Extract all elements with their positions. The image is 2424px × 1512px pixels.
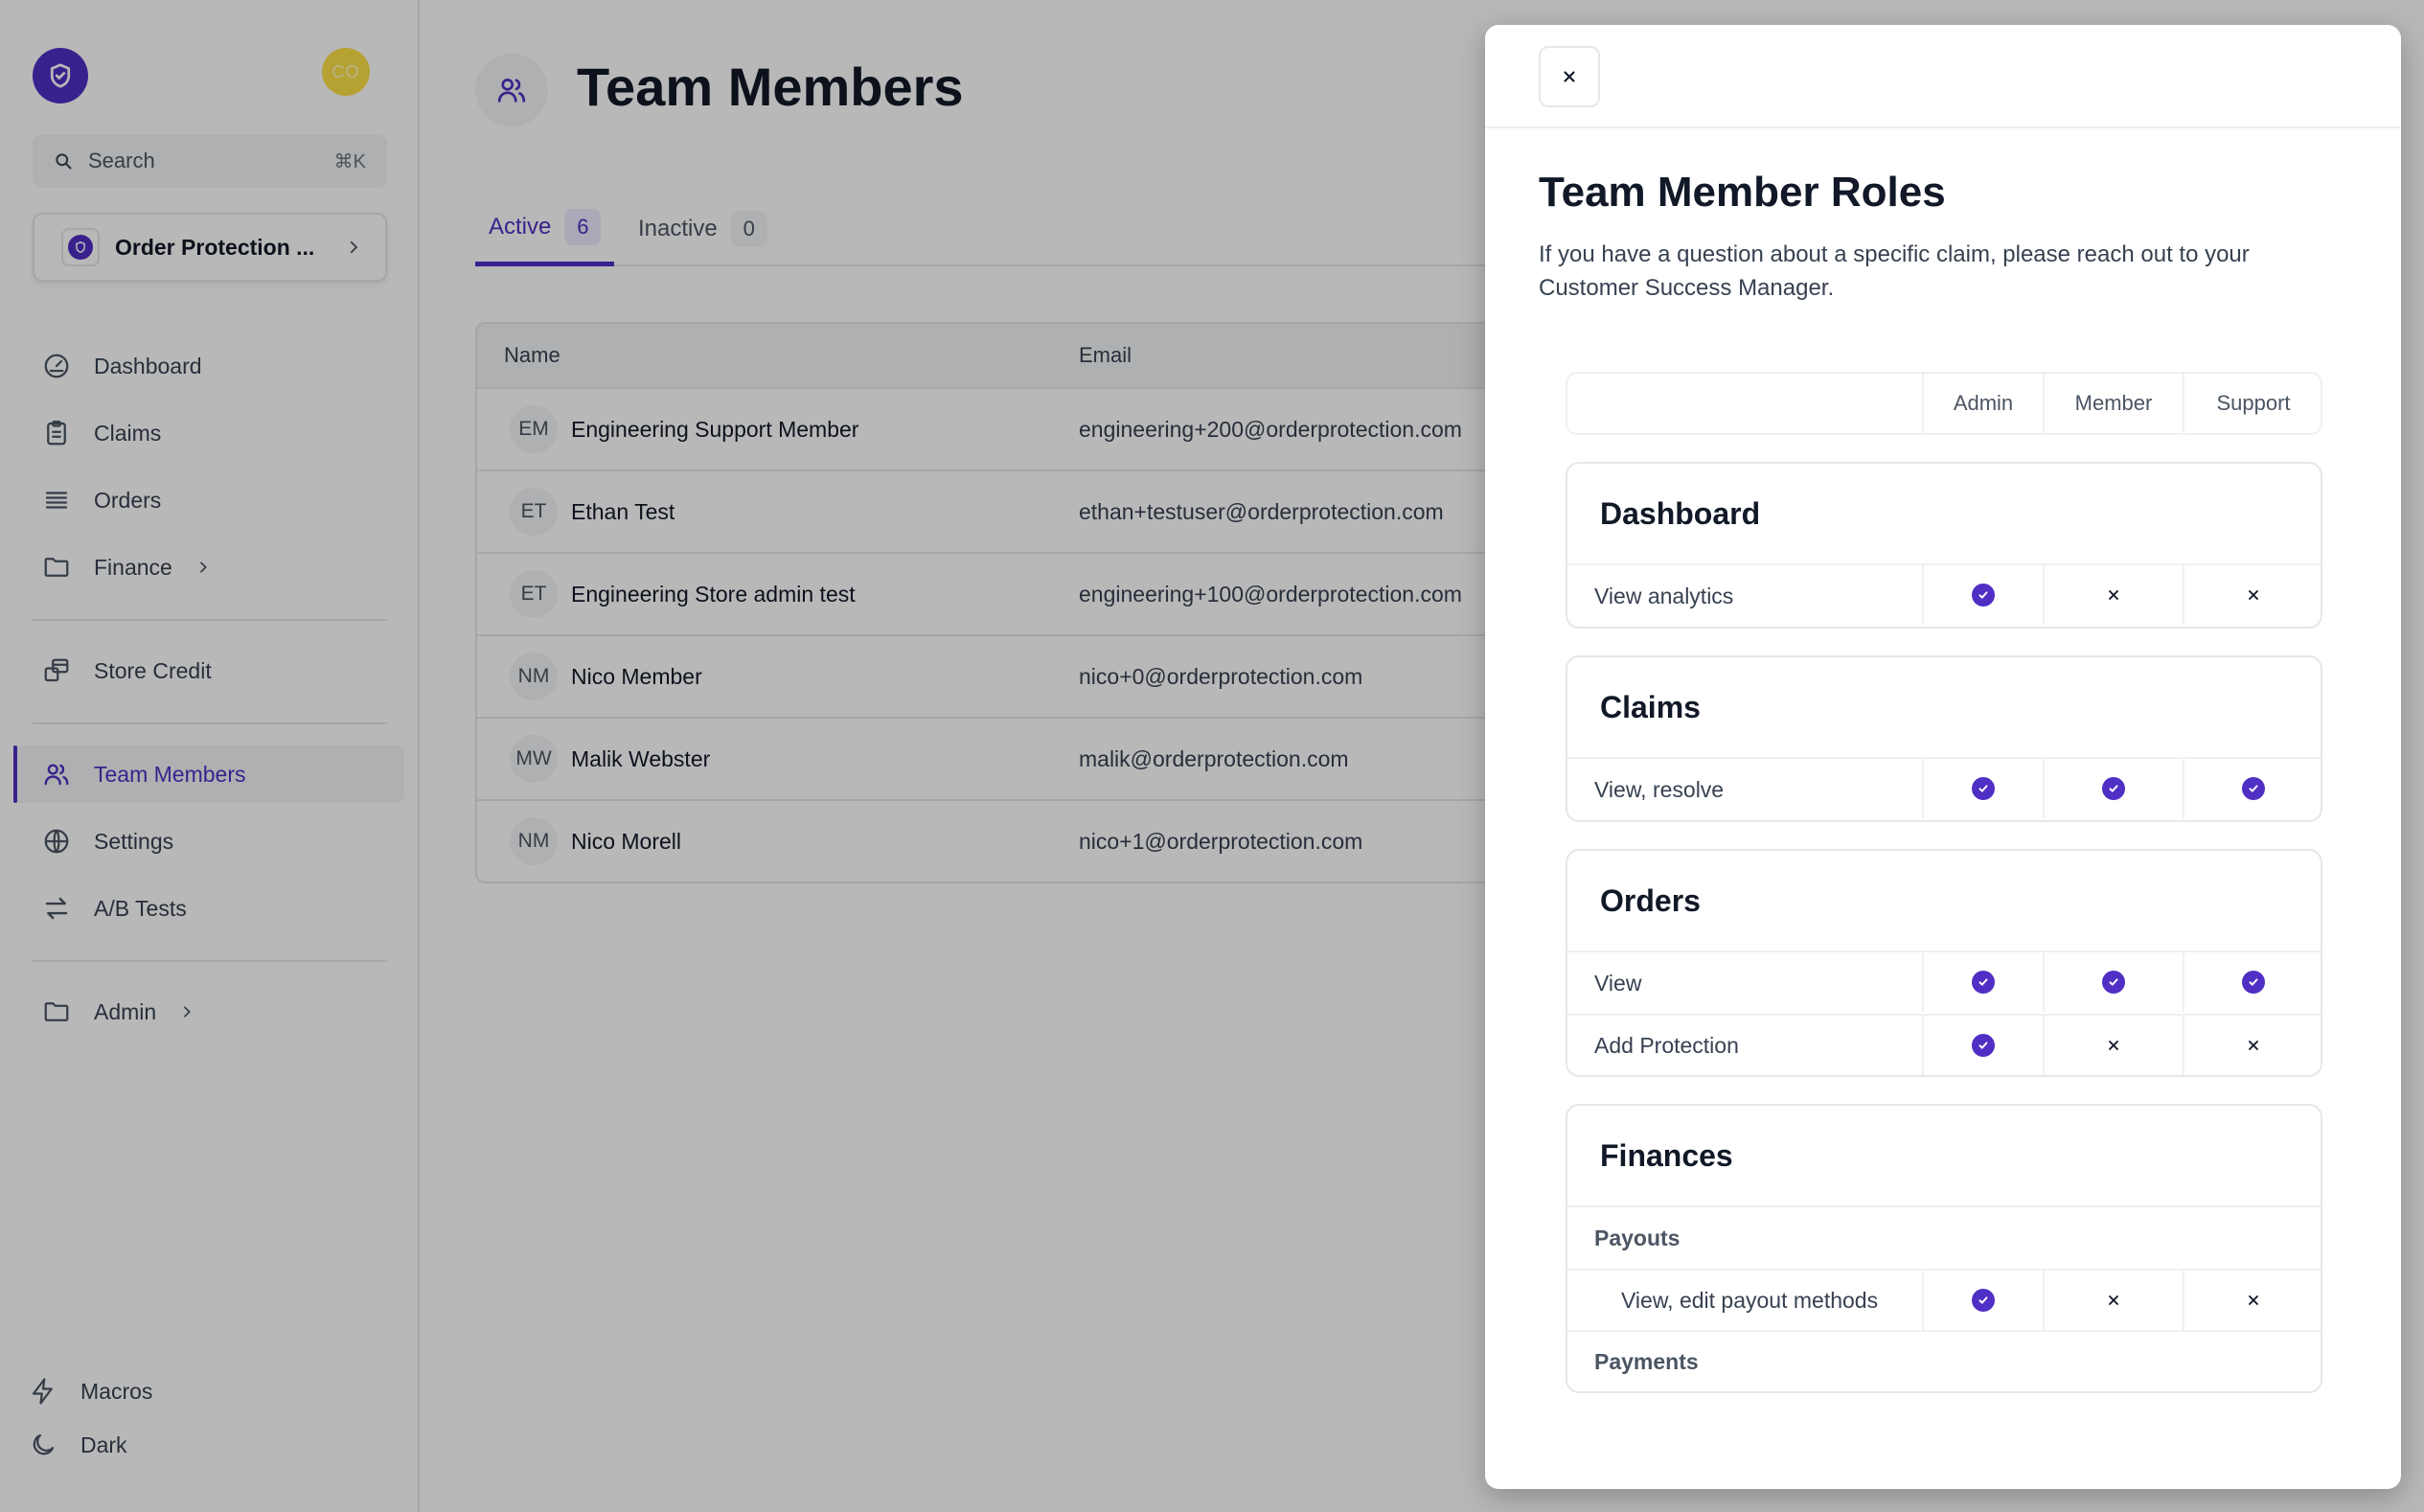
permission-label: View analytics: [1594, 583, 1734, 608]
close-icon: [1564, 71, 1575, 82]
section-title: Claims: [1567, 657, 2321, 759]
permission-cell-admin: [1922, 759, 2043, 818]
permission-cell-admin: [1922, 952, 2043, 1012]
permission-cell-member: [2043, 1016, 2183, 1075]
permission-label: View: [1594, 970, 1642, 996]
x-icon: [2246, 587, 2261, 603]
check-circle-icon: [2242, 777, 2265, 800]
x-icon: [2246, 1038, 2261, 1053]
section-title: Orders: [1567, 851, 2321, 952]
permission-row: View, resolve: [1567, 759, 2321, 820]
permission-label: View, resolve: [1594, 776, 1725, 802]
close-button[interactable]: [1539, 46, 1600, 107]
section-title: Finances: [1567, 1106, 2321, 1207]
drawer-title: Team Member Roles: [1539, 169, 1946, 216]
permission-cell-member: [2043, 565, 2183, 625]
permission-cell-admin: [1922, 1016, 2043, 1075]
role-member: Member: [2043, 374, 2183, 433]
permission-group-payouts: Payouts: [1594, 1225, 1681, 1250]
check-circle-icon: [1972, 1034, 1995, 1057]
roles-drawer: Team Member Roles If you have a question…: [1485, 25, 2401, 1489]
role-admin: Admin: [1922, 374, 2043, 433]
permission-label: Add Protection: [1594, 1032, 1739, 1058]
role-support: Support: [2183, 374, 2322, 433]
check-circle-icon: [1972, 777, 1995, 800]
section-orders: Orders View Add Protection: [1566, 849, 2322, 1077]
x-icon: [2106, 587, 2121, 603]
permission-cell-member: [2043, 759, 2183, 818]
permission-row: View, edit payout methods: [1567, 1269, 2321, 1330]
check-circle-icon: [1972, 584, 1995, 607]
permission-row: View analytics: [1567, 565, 2321, 627]
permission-label: View, edit payout methods: [1621, 1287, 1879, 1313]
permission-row: View: [1567, 952, 2321, 1014]
x-icon: [2106, 1038, 2121, 1053]
permission-cell-member: [2043, 1271, 2183, 1330]
permission-group-payments: Payments: [1567, 1330, 2321, 1391]
permissions-matrix: Admin Member Support Dashboard View anal…: [1566, 372, 2322, 1393]
section-title: Dashboard: [1567, 464, 2321, 565]
check-circle-icon: [2102, 971, 2125, 994]
x-icon: [2106, 1293, 2121, 1308]
drawer-description: If you have a question about a specific …: [1539, 241, 2250, 301]
permission-cell-support: [2183, 759, 2322, 818]
x-icon: [2246, 1293, 2261, 1308]
check-circle-icon: [2102, 777, 2125, 800]
section-dashboard: Dashboard View analytics: [1566, 462, 2322, 629]
section-claims: Claims View, resolve: [1566, 655, 2322, 822]
permission-cell-member: [2043, 952, 2183, 1012]
check-circle-icon: [1972, 971, 1995, 994]
section-finances: Finances Payouts View, edit payout metho…: [1566, 1104, 2322, 1393]
permission-cell-support: [2183, 1271, 2322, 1330]
permission-cell-admin: [1922, 1271, 2043, 1330]
permission-cell-support: [2183, 952, 2322, 1012]
drawer-header: [1485, 25, 2401, 128]
permission-cell-admin: [1922, 565, 2043, 625]
permission-cell-support: [2183, 1016, 2322, 1075]
permission-row: Add Protection: [1567, 1014, 2321, 1075]
check-circle-icon: [2242, 971, 2265, 994]
permission-cell-support: [2183, 565, 2322, 625]
role-header: Admin Member Support: [1566, 372, 2322, 435]
check-circle-icon: [1972, 1289, 1995, 1312]
